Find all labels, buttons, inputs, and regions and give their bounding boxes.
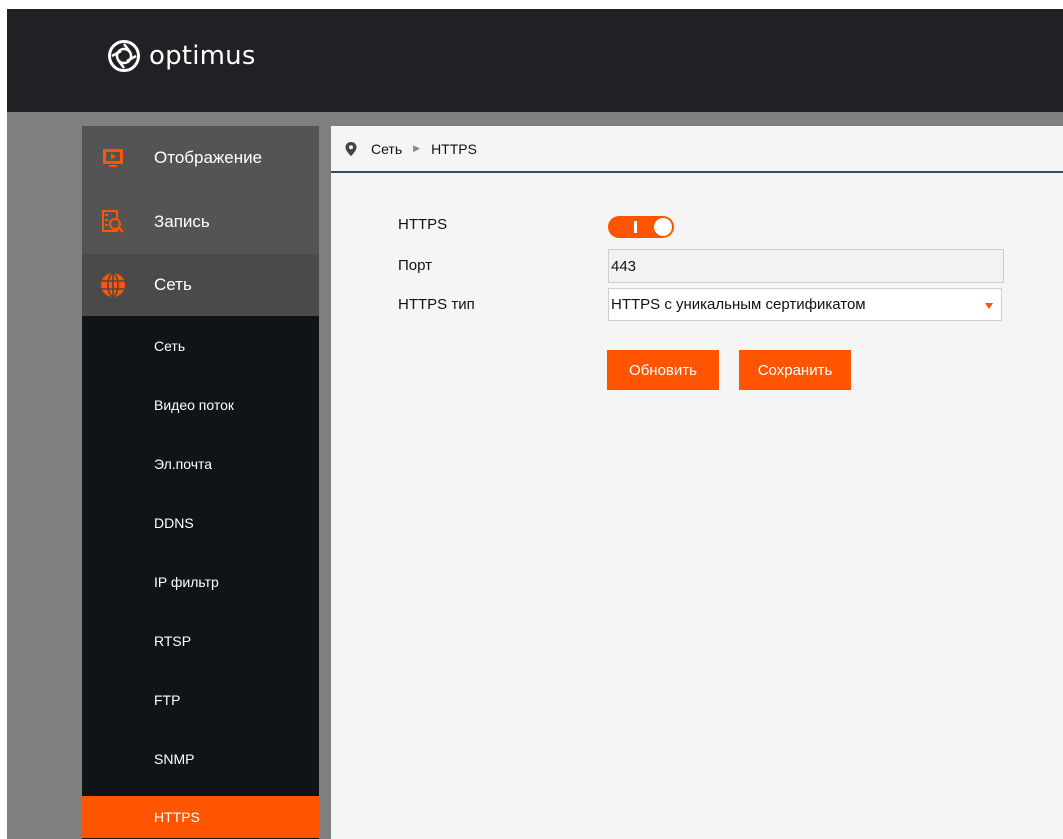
nav-item-label: Отображение [154, 148, 263, 167]
port-input[interactable] [608, 249, 1004, 283]
subnav-item-snmp[interactable]: SNMP [82, 738, 319, 780]
breadcrumb-separator-icon: ▶ [413, 143, 421, 153]
nav-item-label: Сеть [154, 275, 192, 294]
https-toggle[interactable] [608, 216, 674, 238]
https-type-select[interactable]: HTTPS с уникальным сертификатом [608, 288, 1002, 321]
subnav-item-ddns[interactable]: DDNS [82, 502, 319, 544]
monitor-play-icon [100, 145, 126, 171]
nav-item-label: Запись [154, 212, 210, 231]
brand-name: optimus [149, 41, 256, 71]
toggle-on-mark [634, 221, 637, 233]
subnav-item-ftp[interactable]: FTP [82, 679, 319, 721]
https-label: HTTPS [398, 216, 448, 233]
port-label: Порт [398, 257, 433, 274]
subnav-item-https[interactable]: HTTPS [82, 796, 319, 838]
refresh-button[interactable]: Обновить [607, 350, 719, 390]
toggle-knob [654, 218, 672, 236]
nav-item-network[interactable]: Сеть [82, 254, 319, 316]
globe-icon [100, 272, 126, 298]
subnav-item-ip-filter[interactable]: IP фильтр [82, 561, 319, 603]
optimus-logo-icon [108, 40, 140, 72]
https-type-value: HTTPS с уникальным сертификатом [611, 296, 866, 313]
brand-logo[interactable]: optimus [108, 40, 256, 72]
dropdown-caret-icon [985, 303, 993, 309]
nav-item-display[interactable]: Отображение [82, 126, 319, 190]
save-button[interactable]: Сохранить [739, 350, 851, 390]
https-type-label: HTTPS тип [398, 296, 475, 313]
location-pin-icon [345, 141, 357, 156]
subnav-item-email[interactable]: Эл.почта [82, 443, 319, 485]
nav-item-record[interactable]: Запись [82, 190, 319, 254]
breadcrumb-current: HTTPS [431, 140, 477, 157]
record-search-icon [100, 209, 126, 235]
top-bar: optimus [7, 9, 1063, 112]
content-panel: Сеть ▶ HTTPS HTTPS Порт HTTPS тип HTTPS … [331, 126, 1063, 839]
breadcrumb-parent[interactable]: Сеть [371, 141, 402, 157]
sidebar: Отображение Запись Сеть Сеть Видео поток… [82, 126, 319, 839]
subnav-item-network[interactable]: Сеть [82, 325, 319, 367]
subnav-item-video-stream[interactable]: Видео поток [82, 384, 319, 426]
subnav-item-rtsp[interactable]: RTSP [82, 620, 319, 662]
breadcrumb: Сеть ▶ HTTPS [331, 126, 1063, 173]
